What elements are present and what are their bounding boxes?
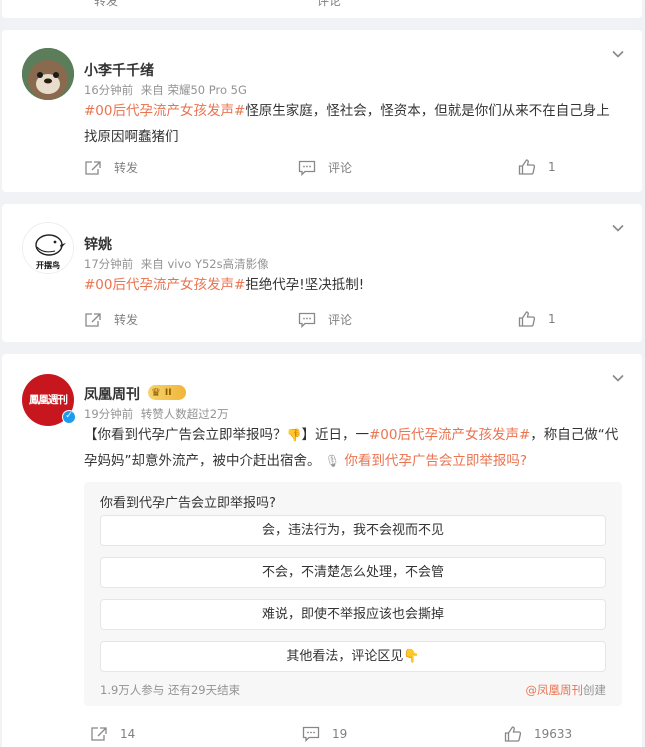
like-count: 1	[548, 160, 556, 174]
poll-participants: 1.9万人参与 还有29天结束	[100, 683, 241, 697]
author-name[interactable]: 凤凰周刊	[84, 384, 140, 404]
post-card: 鳳凰週刊 ✓ 凤凰周刊 ♛ II 19分钟前 转赞人数超过2万 【你看到代孕广告…	[2, 354, 642, 747]
post-meta: 17分钟前 来自 vivo Y52s高清影像	[84, 256, 269, 272]
avatar-logo-text: 鳳凰週刊	[29, 394, 68, 406]
author-name[interactable]: 小李千千绪	[84, 60, 154, 80]
comment-button[interactable]: 评论	[298, 311, 352, 328]
otter-avatar-icon	[22, 48, 74, 100]
post-meta: 16分钟前 来自 荣耀50 Pro 5G	[84, 82, 247, 98]
avatar[interactable]	[22, 48, 74, 100]
topic-link[interactable]: #00后代孕流产女孩发声#	[84, 103, 245, 119]
repost-icon	[91, 727, 107, 741]
action-bar: 转发 评论 1	[2, 311, 642, 335]
thumbs-up-icon	[518, 159, 536, 175]
comment-button[interactable]: 评论	[298, 159, 352, 176]
chevron-down-icon[interactable]	[610, 46, 626, 62]
topic-link[interactable]: #00后代孕流产女孩发声#	[369, 427, 530, 443]
post-source: 来自 vivo Y52s高清影像	[140, 257, 269, 271]
repost-button[interactable]: 转发	[84, 311, 138, 328]
post-content: #00后代孕流产女孩发声#怪原生家庭，怪社会，怪资本，但就是你们从来不在自己身上…	[84, 98, 620, 150]
crown-icon: ♛	[151, 386, 161, 399]
comment-button[interactable]: 评论	[317, 0, 341, 9]
comment-icon	[298, 312, 316, 328]
like-button[interactable]: 1	[518, 311, 556, 327]
repost-icon	[85, 160, 101, 175]
post-text-mid: 】近日，一	[301, 427, 369, 443]
thumbs-up-icon	[504, 726, 522, 742]
microphone-icon: 🎙	[324, 454, 341, 468]
verified-icon: ✓	[62, 410, 76, 424]
post-card-partial: 转发 评论	[2, 0, 642, 18]
post-meta: 19分钟前 转赞人数超过2万	[84, 406, 229, 422]
comment-label: 评论	[317, 0, 342, 8]
poll-creator: @凤凰周刊创建	[526, 682, 607, 698]
avatar[interactable]: 开摆鸟	[22, 222, 74, 274]
post-text: 拒绝代孕!坚决抵制!	[245, 277, 365, 293]
repost-button[interactable]: 转发	[84, 159, 138, 176]
comment-icon	[302, 726, 320, 742]
poll-created-label: 创建	[583, 683, 606, 697]
post-source: 来自 荣耀50 Pro 5G	[140, 83, 247, 97]
post-time[interactable]: 16分钟前	[84, 83, 133, 97]
post-stats: 转赞人数超过2万	[140, 407, 229, 421]
post-time[interactable]: 17分钟前	[84, 257, 133, 271]
poll-option[interactable]: 难说，即使不举报应该也会撕掉	[100, 599, 606, 630]
post-content: 【你看到代孕广告会立即举报吗？👎】近日，一#00后代孕流产女孩发声#，称自己做“…	[84, 422, 620, 474]
comment-count: 19	[332, 727, 348, 741]
poll-creator-link[interactable]: @凤凰周刊	[526, 683, 584, 697]
post-content: #00后代孕流产女孩发声#拒绝代孕!坚决抵制!	[84, 272, 620, 298]
member-badge-icon[interactable]: ♛ II	[148, 385, 186, 400]
author-name[interactable]: 锌姚	[84, 234, 112, 254]
chevron-down-icon[interactable]	[610, 370, 626, 386]
repost-button[interactable]: 转发	[94, 0, 118, 9]
like-count: 1	[548, 312, 556, 326]
post-text-lead: 【你看到代孕广告会立即举报吗？	[84, 427, 287, 443]
poll-option[interactable]: 其他看法，评论区见👇	[100, 641, 606, 672]
repost-label: 转发	[114, 313, 139, 327]
poll-link[interactable]: 你看到代孕广告会立即举报吗?	[344, 453, 527, 469]
comment-label: 评论	[328, 313, 353, 327]
repost-label: 转发	[94, 0, 119, 8]
avatar-caption: 开摆鸟	[36, 261, 60, 270]
comment-icon	[298, 160, 316, 176]
repost-icon	[85, 312, 101, 327]
post-card: 开摆鸟 锌姚 17分钟前 来自 vivo Y52s高清影像 #00后代孕流产女孩…	[2, 204, 642, 342]
post-card: 小李千千绪 16分钟前 来自 荣耀50 Pro 5G #00后代孕流产女孩发声#…	[2, 30, 642, 192]
poll-option[interactable]: 会，违法行为，我不会视而不见	[100, 515, 606, 546]
action-bar: 转发 评论 1	[2, 159, 642, 183]
post-time[interactable]: 19分钟前	[84, 407, 133, 421]
thumbs-up-icon	[518, 311, 536, 327]
comment-label: 评论	[328, 161, 353, 175]
repost-label: 转发	[114, 161, 139, 175]
action-bar: 14 19 19633	[2, 726, 642, 747]
comment-button[interactable]: 19	[302, 726, 347, 742]
chevron-down-icon[interactable]	[610, 220, 626, 236]
poll-footer: 1.9万人参与 还有29天结束 @凤凰周刊创建	[100, 682, 606, 698]
like-button[interactable]: 1	[518, 159, 556, 175]
poll-card: 你看到代孕广告会立即举报吗? 会，违法行为，我不会视而不见 不会，不清楚怎么处理…	[84, 482, 622, 706]
like-button[interactable]: 19633	[504, 726, 572, 742]
poll-question: 你看到代孕广告会立即举报吗?	[100, 496, 276, 511]
poll-option[interactable]: 不会，不清楚怎么处理，不会管	[100, 557, 606, 588]
repost-button[interactable]: 14	[90, 726, 135, 742]
topic-link[interactable]: #00后代孕流产女孩发声#	[84, 277, 245, 293]
thumbs-down-icon: 👎	[286, 428, 302, 442]
like-count: 19633	[534, 727, 573, 741]
member-level: II	[164, 387, 172, 398]
repost-count: 14	[120, 727, 136, 741]
